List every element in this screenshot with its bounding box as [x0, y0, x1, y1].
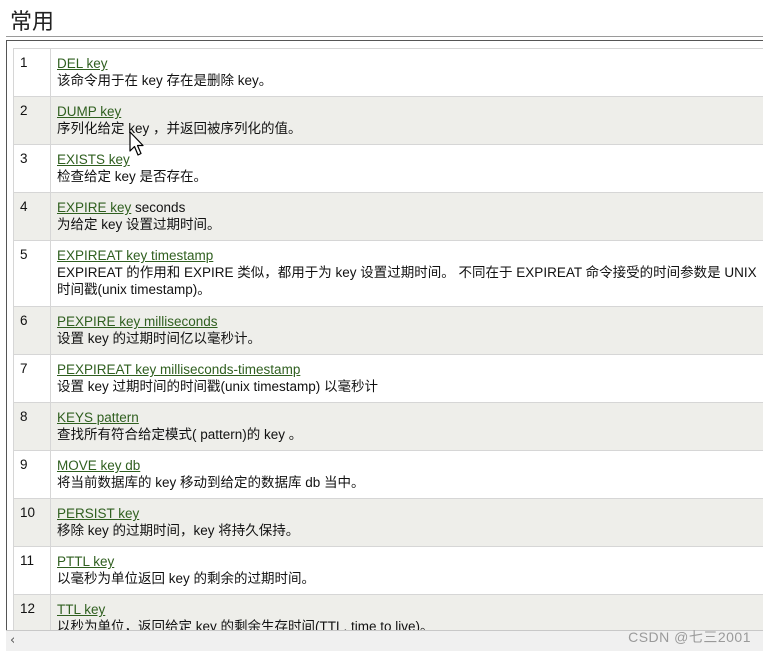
row-body: DUMP key 序列化给定 key ，并返回被序列化的值。 [50, 96, 763, 145]
table-row: 7 PEXPIREAT key milliseconds-timestamp 设… [13, 354, 763, 403]
row-number: 10 [13, 498, 51, 547]
row-number: 6 [13, 306, 51, 355]
table-row: 4 EXPIRE key seconds 为给定 key 设置过期时间。 [13, 192, 763, 241]
row-number: 7 [13, 354, 51, 403]
command-link[interactable]: PTTL key [57, 554, 114, 569]
command-link[interactable]: EXPIRE key [57, 200, 131, 215]
command-description: 设置 key 过期时间的时间戳(unix timestamp) 以毫秒计 [57, 379, 379, 394]
row-number: 5 [13, 240, 51, 307]
table-row: 8 KEYS pattern 查找所有符合给定模式( pattern)的 key… [13, 402, 763, 451]
page-title: 常用 [10, 10, 55, 35]
command-link[interactable]: TTL key [57, 602, 105, 617]
command-description: 检查给定 key 是否存在。 [57, 169, 208, 184]
row-body: PTTL key 以毫秒为单位返回 key 的剩余的过期时间。 [50, 546, 763, 595]
row-body: MOVE key db 将当前数据库的 key 移动到给定的数据库 db 当中。 [50, 450, 763, 499]
command-link[interactable]: EXISTS key [57, 152, 130, 167]
command-link[interactable]: PEXPIREAT key milliseconds-timestamp [57, 362, 300, 377]
table-row: 1 DEL key 该命令用于在 key 存在是删除 key。 [13, 48, 763, 97]
commands-table: 1 DEL key 该命令用于在 key 存在是删除 key。 2 DUMP k… [13, 48, 763, 631]
row-number: 11 [13, 546, 51, 595]
command-link[interactable]: KEYS pattern [57, 410, 139, 425]
table-row: 2 DUMP key 序列化给定 key ，并返回被序列化的值。 [13, 96, 763, 145]
command-description: 序列化给定 key ，并返回被序列化的值。 [57, 121, 302, 136]
content-frame: 1 DEL key 该命令用于在 key 存在是删除 key。 2 DUMP k… [6, 40, 763, 631]
row-body: TTL key 以秒为单位，返回给定 key 的剩余生存时间(TTL, time… [50, 594, 763, 631]
row-number: 8 [13, 402, 51, 451]
row-number: 12 [13, 594, 51, 631]
row-number: 3 [13, 144, 51, 193]
watermark: CSDN @七三2001 [628, 629, 751, 645]
command-description: 查找所有符合给定模式( pattern)的 key 。 [57, 427, 303, 442]
command-description: 设置 key 的过期时间亿以毫秒计。 [57, 331, 262, 346]
command-link[interactable]: EXPIREAT key timestamp [57, 248, 213, 263]
command-link[interactable]: DEL key [57, 56, 108, 71]
table-row: 5 EXPIREAT key timestamp EXPIREAT 的作用和 E… [13, 240, 763, 307]
row-body: KEYS pattern 查找所有符合给定模式( pattern)的 key 。 [50, 402, 763, 451]
command-description: EXPIREAT 的作用和 EXPIRE 类似，都用于为 key 设置过期时间。… [57, 265, 757, 297]
command-description: 以毫秒为单位返回 key 的剩余的过期时间。 [57, 571, 316, 586]
row-number: 1 [13, 48, 51, 97]
scroll-left-icon[interactable]: ‹ [10, 633, 15, 648]
table-row: 6 PEXPIRE key milliseconds 设置 key 的过期时间亿… [13, 306, 763, 355]
table-row: 9 MOVE key db 将当前数据库的 key 移动到给定的数据库 db 当… [13, 450, 763, 499]
command-description: 为给定 key 设置过期时间。 [57, 217, 221, 232]
command-link[interactable]: PERSIST key [57, 506, 139, 521]
divider [6, 36, 763, 37]
row-body: PERSIST key 移除 key 的过期时间，key 将持久保持。 [50, 498, 763, 547]
table-row: 3 EXISTS key 检查给定 key 是否存在。 [13, 144, 763, 193]
command-description: 移除 key 的过期时间，key 将持久保持。 [57, 523, 300, 538]
row-body: EXPIRE key seconds 为给定 key 设置过期时间。 [50, 192, 763, 241]
row-body: PEXPIRE key milliseconds 设置 key 的过期时间亿以毫… [50, 306, 763, 355]
command-description: 将当前数据库的 key 移动到给定的数据库 db 当中。 [57, 475, 365, 490]
mouse-pointer-icon [129, 131, 144, 156]
row-body: EXPIREAT key timestamp EXPIREAT 的作用和 EXP… [50, 240, 763, 307]
command-link[interactable]: MOVE key db [57, 458, 140, 473]
row-body: DEL key 该命令用于在 key 存在是删除 key。 [50, 48, 763, 97]
command-description: 该命令用于在 key 存在是删除 key。 [57, 73, 273, 88]
row-number: 2 [13, 96, 51, 145]
command-link[interactable]: PEXPIRE key milliseconds [57, 314, 218, 329]
table-row: 10 PERSIST key 移除 key 的过期时间，key 将持久保持。 [13, 498, 763, 547]
row-number: 9 [13, 450, 51, 499]
row-number: 4 [13, 192, 51, 241]
title-bar: 常用 [0, 0, 763, 36]
row-body: PEXPIREAT key milliseconds-timestamp 设置 … [50, 354, 763, 403]
table-row: 12 TTL key 以秒为单位，返回给定 key 的剩余生存时间(TTL, t… [13, 594, 763, 631]
command-link[interactable]: DUMP key [57, 104, 121, 119]
command-args: seconds [131, 200, 186, 215]
row-body: EXISTS key 检查给定 key 是否存在。 [50, 144, 763, 193]
table-row: 11 PTTL key 以毫秒为单位返回 key 的剩余的过期时间。 [13, 546, 763, 595]
